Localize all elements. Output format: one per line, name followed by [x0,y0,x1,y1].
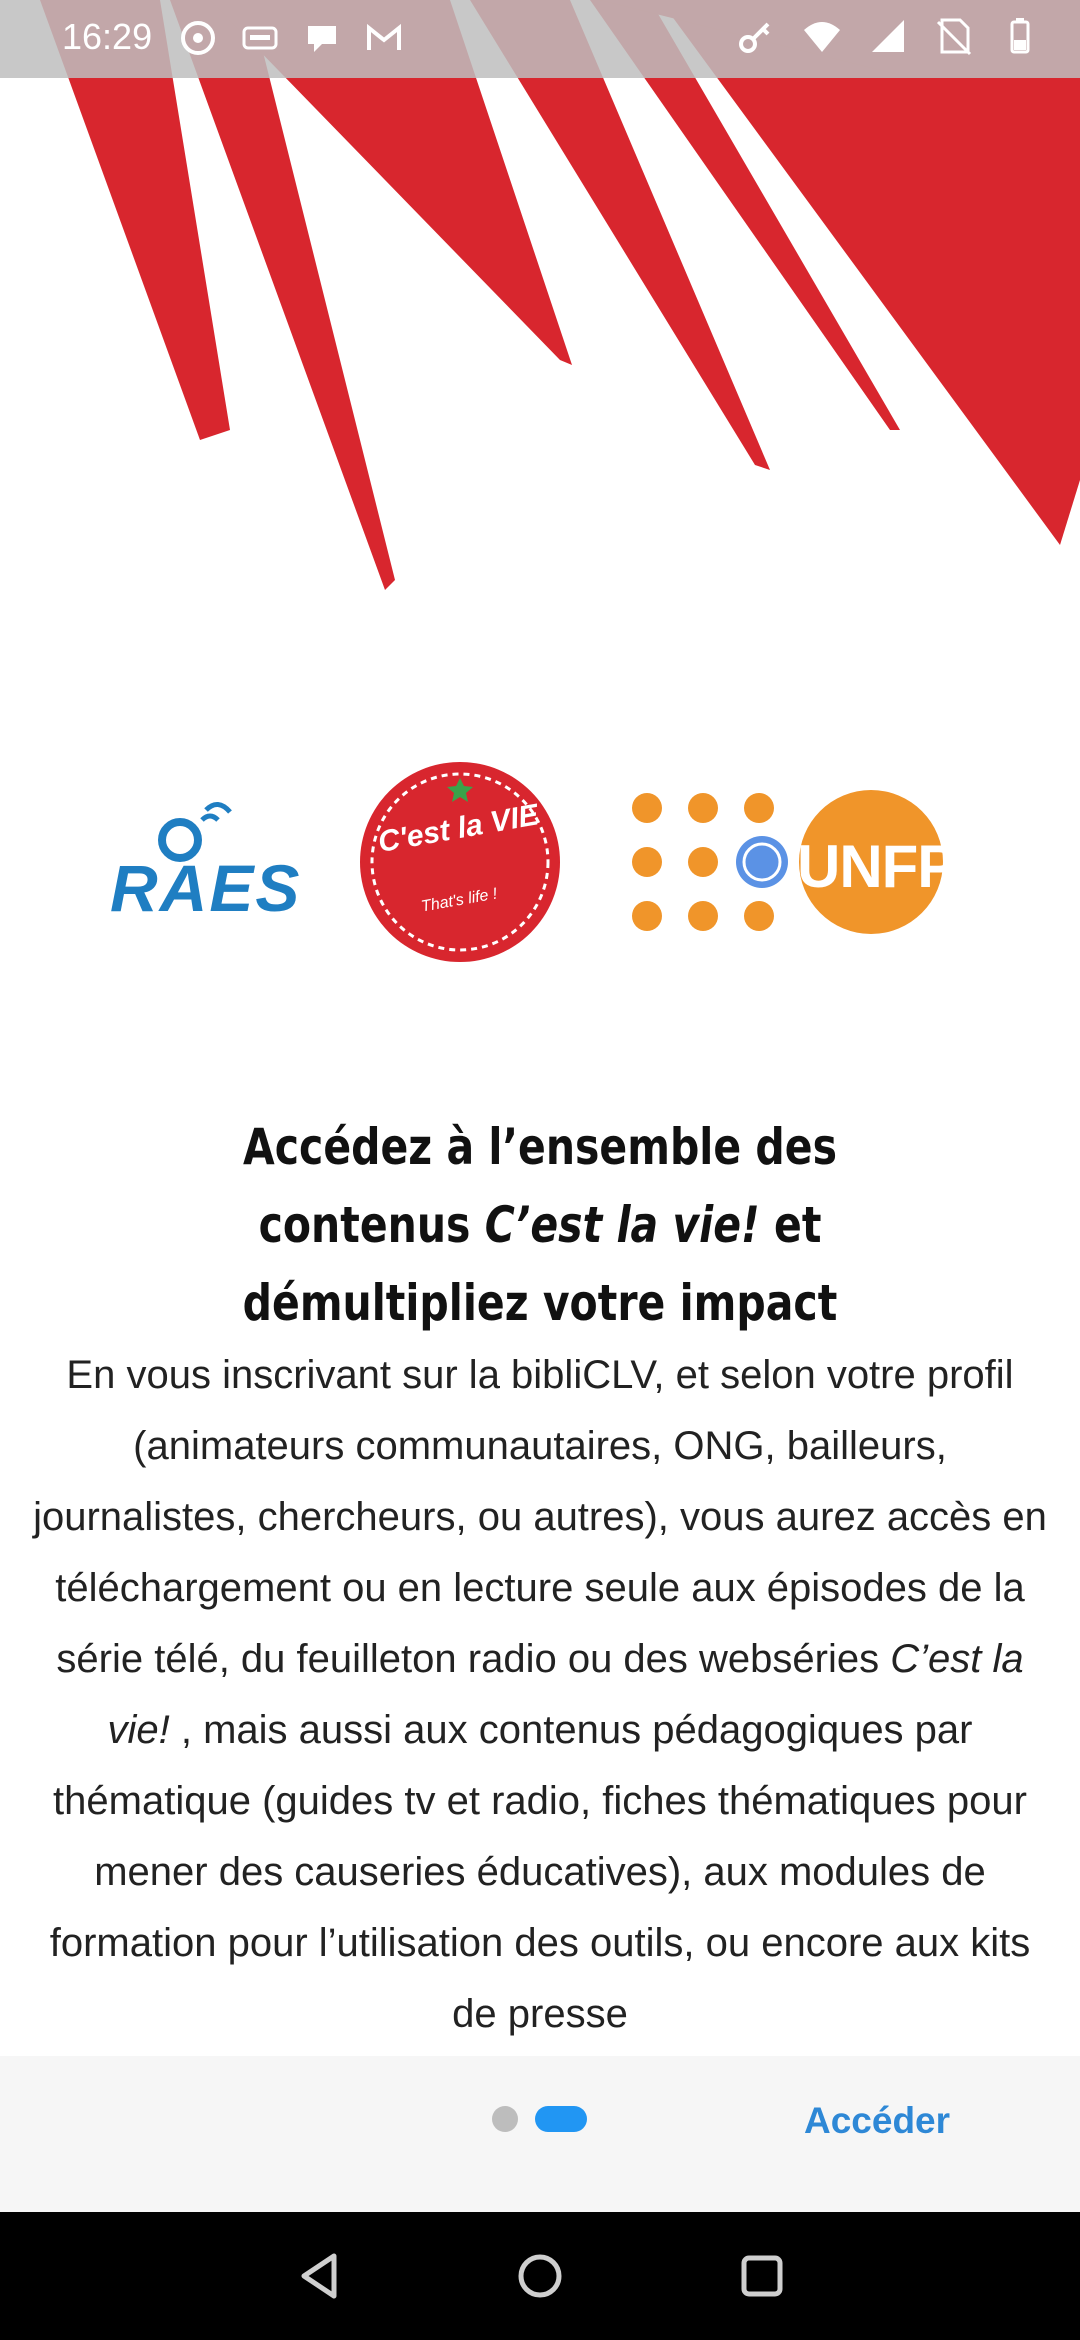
back-icon[interactable] [290,2246,350,2306]
keyboard-icon [242,26,278,50]
battery-icon [1010,18,1030,54]
partner-logos: RAES C'est la VIE That's life ! UNFPA [0,760,1080,970]
page-title: Accédez à l’ensemble des contenus C’est … [130,1108,950,1342]
access-button[interactable]: Accéder [790,2086,964,2156]
description-part2: , mais aussi aux contenus pédagogiques p… [49,1708,1031,2036]
wifi-icon [804,22,840,52]
page-indicator-dot-2-active[interactable] [535,2106,587,2132]
gmail-icon [367,23,401,50]
header-banner [40,0,1080,590]
status-bar: 16:29 [0,0,1080,78]
chrome-icon [181,21,215,55]
page-title-italic: C’est la vie! [484,1196,760,1254]
page-indicator-dot-1[interactable] [492,2106,518,2132]
system-navigation-bar [0,2212,1080,2340]
unfpa-logo-text: UNFPA [797,833,995,900]
key-icon [739,22,770,53]
description-part1: En vous inscrivant sur la bibliCLV, et s… [33,1353,1047,1681]
signal-icon [872,20,904,52]
description-text: En vous inscrivant sur la bibliCLV, et s… [30,1340,1050,2040]
raes-logo: RAES [110,790,310,930]
cest-la-vie-logo: C'est la VIE That's life ! [360,762,560,962]
home-icon[interactable] [510,2246,570,2306]
unfpa-logo: UNFPA [625,790,995,940]
onboarding-controls: Accéder [0,2056,1080,2212]
sim-off-icon [936,18,972,56]
chat-icon [308,26,336,52]
recents-icon[interactable] [732,2246,792,2306]
status-time: 16:29 [62,16,153,57]
raes-logo-text: RAES [110,851,302,925]
